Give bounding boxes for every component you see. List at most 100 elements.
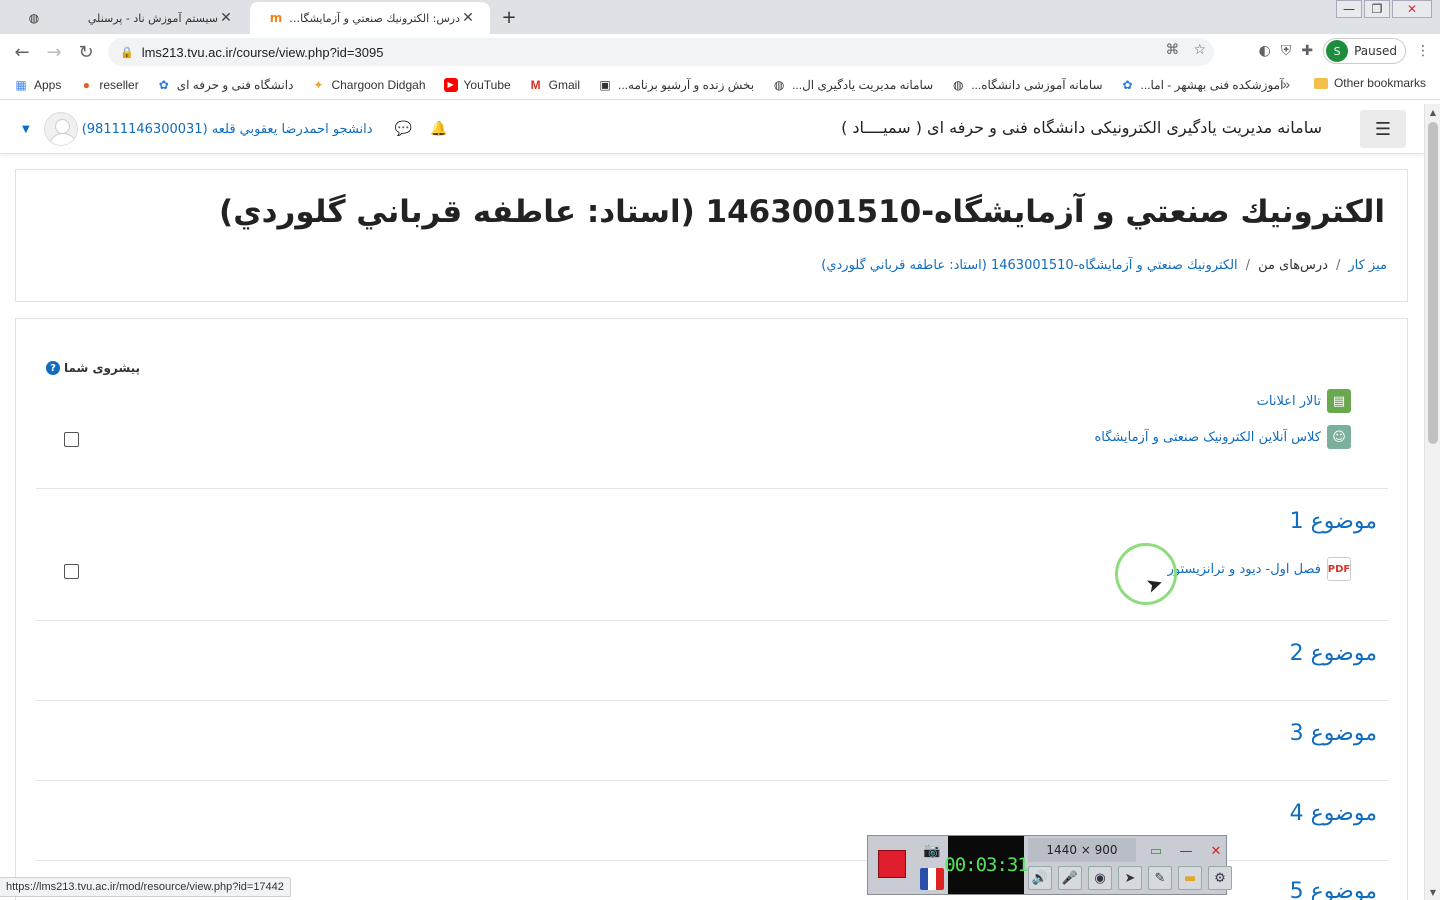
globe-icon: ◍ bbox=[952, 77, 964, 92]
section-divider bbox=[36, 700, 1388, 701]
pdf-icon: PDF bbox=[1327, 557, 1351, 581]
section-divider bbox=[36, 780, 1388, 781]
bookmark-apps[interactable]: ▦ Apps bbox=[14, 78, 61, 92]
translate-icon[interactable]: ⌘ bbox=[1165, 42, 1179, 58]
online-class-icon: ☺ bbox=[1327, 425, 1351, 449]
breadcrumb-separator: / bbox=[1245, 258, 1251, 273]
recording-timer: 00:03:31 bbox=[944, 836, 1029, 894]
completion-checkbox[interactable] bbox=[64, 432, 79, 447]
pen-icon[interactable]: ✎ bbox=[1148, 866, 1172, 890]
avatar[interactable] bbox=[43, 112, 78, 146]
bookmark-lms[interactable]: ◍ سامانه مدیریت یادگیری ال... bbox=[772, 78, 933, 92]
bookmark-youtube[interactable]: ▶ YouTube bbox=[443, 77, 511, 92]
profile-button[interactable]: S Paused bbox=[1323, 38, 1406, 64]
language-flag-icon[interactable] bbox=[920, 868, 944, 890]
gear-icon[interactable]: ⚙ bbox=[1208, 866, 1232, 890]
cursor-icon[interactable]: ➤ bbox=[1118, 866, 1142, 890]
user-name[interactable]: دانشجو احمدرضا يعقوبي قلعه (981111463000… bbox=[82, 122, 373, 137]
close-icon[interactable]: ✕ bbox=[1204, 840, 1228, 862]
recorder-window-controls: ▭ — ✕ bbox=[1144, 840, 1228, 862]
avatar: S bbox=[1326, 40, 1349, 62]
window-controls: — ❐ ✕ bbox=[1334, 0, 1432, 18]
close-icon[interactable]: ✕ bbox=[218, 10, 234, 26]
bookmark-reseller[interactable]: ● reseller bbox=[79, 78, 139, 92]
scrollbar-thumb[interactable] bbox=[1428, 122, 1438, 444]
browser-tab-nad[interactable]: ✕ سیستم آموزش ناد - پرسنلي ◍ bbox=[8, 2, 248, 34]
section-title[interactable]: موضوع 5 bbox=[1290, 879, 1377, 900]
browser-toolbar: ← → ↻ 🔒 lms213.tvu.ac.ir/course/view.php… bbox=[0, 34, 1440, 70]
webcam-icon[interactable]: ◉ bbox=[1088, 866, 1112, 890]
menu-icon[interactable]: ⋮ bbox=[1416, 43, 1430, 59]
bookmarks-overflow-icon[interactable]: » bbox=[1282, 76, 1290, 92]
browser-tab-strip: ✕ سیستم آموزش ناد - پرسنلي ◍ ✕ درس: الكت… bbox=[0, 0, 1440, 34]
bookmark-chargoon[interactable]: ✦ Chargoon Didgah bbox=[311, 78, 425, 92]
new-tab-button[interactable]: + bbox=[498, 6, 520, 28]
reload-button[interactable]: ↻ bbox=[70, 36, 102, 68]
shield-icon[interactable]: ⛨ bbox=[1281, 43, 1292, 59]
back-button[interactable]: ← bbox=[6, 36, 38, 68]
minimize-button[interactable]: — bbox=[1336, 0, 1362, 18]
section-title[interactable]: موضوع 4 bbox=[1290, 801, 1377, 826]
user-menu[interactable]: ▼ دانشجو احمدرضا يعقوبي قلعه (9811114630… bbox=[22, 112, 465, 146]
puzzle-icon[interactable]: ✚ bbox=[1301, 43, 1313, 59]
help-icon[interactable]: ? bbox=[46, 361, 60, 375]
recording-resolution: 1440 × 900 bbox=[1028, 838, 1136, 862]
activity-online-class[interactable]: ☺ کلاس آنلاین الکترونیک صنعتی و آزمایشگا… bbox=[1094, 425, 1351, 449]
page-header: الكترونيك صنعتي و آزمايشگاه-1463001510 (… bbox=[15, 169, 1408, 302]
section-title[interactable]: موضوع 2 bbox=[1290, 641, 1377, 666]
close-window-button[interactable]: ✕ bbox=[1392, 0, 1432, 18]
site-name[interactable]: سامانه مدیریت یادگیری الکترونیکی دانشگاه… bbox=[841, 118, 1322, 137]
globe-icon: ◍ bbox=[28, 11, 40, 25]
camera-icon[interactable]: 📷 bbox=[920, 840, 944, 862]
bookmark-broadcast[interactable]: ▣ بخش زنده و آرشیو برنامه... bbox=[598, 78, 754, 92]
microphone-icon[interactable]: 🎤 bbox=[1058, 866, 1082, 890]
bookmark-star-icon[interactable]: ☆ bbox=[1193, 42, 1206, 58]
scroll-up-arrow-icon[interactable]: ▲ bbox=[1425, 104, 1440, 120]
broadcast-icon: ▣ bbox=[599, 77, 611, 92]
scroll-down-arrow-icon[interactable]: ▼ bbox=[1425, 884, 1440, 900]
speaker-icon[interactable]: 🔊 bbox=[1028, 866, 1052, 890]
hamburger-menu-button[interactable]: ☰ bbox=[1360, 110, 1406, 148]
chargoon-icon: ✦ bbox=[313, 77, 324, 92]
forum-icon: ▤ bbox=[1327, 389, 1351, 413]
recorder-tools: 🔊 🎤 ◉ ➤ ✎ ▬ ⚙ bbox=[1028, 866, 1232, 890]
bell-icon[interactable]: 🔔 bbox=[430, 121, 447, 137]
breadcrumb-separator: / bbox=[1335, 258, 1341, 273]
folder-icon bbox=[1313, 77, 1328, 89]
address-bar[interactable]: 🔒 lms213.tvu.ac.ir/course/view.php?id=30… bbox=[108, 38, 1214, 66]
bookmark-tvu[interactable]: ✿ دانشگاه فنی و حرفه ای bbox=[157, 78, 294, 92]
close-icon[interactable]: ✕ bbox=[460, 10, 476, 26]
url-text: lms213.tvu.ac.ir/course/view.php?id=3095 bbox=[141, 44, 384, 60]
forward-button[interactable]: → bbox=[38, 36, 70, 68]
tvu-logo-icon: ✿ bbox=[158, 77, 169, 92]
breadcrumb-course[interactable]: الكترونيك صنعتي و آزمايشگاه-1463001510 (… bbox=[821, 258, 1237, 273]
extension-icon[interactable]: ◐ bbox=[1259, 43, 1271, 59]
folder-icon[interactable]: ▬ bbox=[1178, 866, 1202, 890]
moodle-icon: m bbox=[269, 11, 283, 25]
chevron-down-icon[interactable]: ▼ bbox=[22, 124, 30, 135]
browser-tab-course[interactable]: ✕ درس: الكترونيك صنعتي و آزمايشگاه-1510 … bbox=[250, 2, 490, 34]
section-title[interactable]: موضوع 3 bbox=[1290, 721, 1377, 746]
bookmark-behshahr[interactable]: ✿ آموزشکده فنی بهشهر - اما... bbox=[1121, 78, 1284, 92]
bookmark-gmail[interactable]: M Gmail bbox=[529, 78, 580, 92]
message-icon[interactable]: 💬 bbox=[395, 121, 412, 137]
record-stop-button[interactable] bbox=[878, 850, 906, 878]
activity-forum[interactable]: ▤ تالار اعلانات bbox=[1257, 389, 1351, 413]
screen-recorder-toolbar: 📷 00:03:31 1440 × 900 🔊 🎤 ◉ ➤ ✎ ▬ ⚙ ▭ — … bbox=[867, 835, 1232, 895]
breadcrumb-dashboard[interactable]: میز کار bbox=[1348, 258, 1387, 273]
page-scrollbar[interactable]: ▲ ▼ bbox=[1424, 104, 1440, 900]
gmail-icon: M bbox=[530, 77, 541, 92]
completion-checkbox[interactable] bbox=[64, 564, 79, 579]
bookmark-edu-system[interactable]: ◍ سامانه آموزشی دانشگاه... bbox=[951, 77, 1103, 92]
minimize-icon[interactable]: — bbox=[1174, 840, 1198, 862]
section-title[interactable]: موضوع 1 bbox=[1290, 509, 1377, 534]
region-select-icon[interactable]: ▭ bbox=[1144, 840, 1168, 862]
other-bookmarks[interactable]: Other bookmarks bbox=[1313, 76, 1426, 90]
lock-icon[interactable]: 🔒 bbox=[120, 46, 134, 59]
profile-status: Paused bbox=[1354, 44, 1397, 58]
tvu-logo-icon: ✿ bbox=[1122, 77, 1133, 92]
section-divider bbox=[36, 488, 1388, 489]
activity-pdf-resource[interactable]: PDF فصل اول- دیود و ترانزیستور bbox=[1168, 557, 1351, 581]
course-content: پیشروی شما ? ▤ تالار اعلانات ☺ کلاس آنلا… bbox=[15, 318, 1408, 900]
maximize-button[interactable]: ❐ bbox=[1364, 0, 1390, 18]
